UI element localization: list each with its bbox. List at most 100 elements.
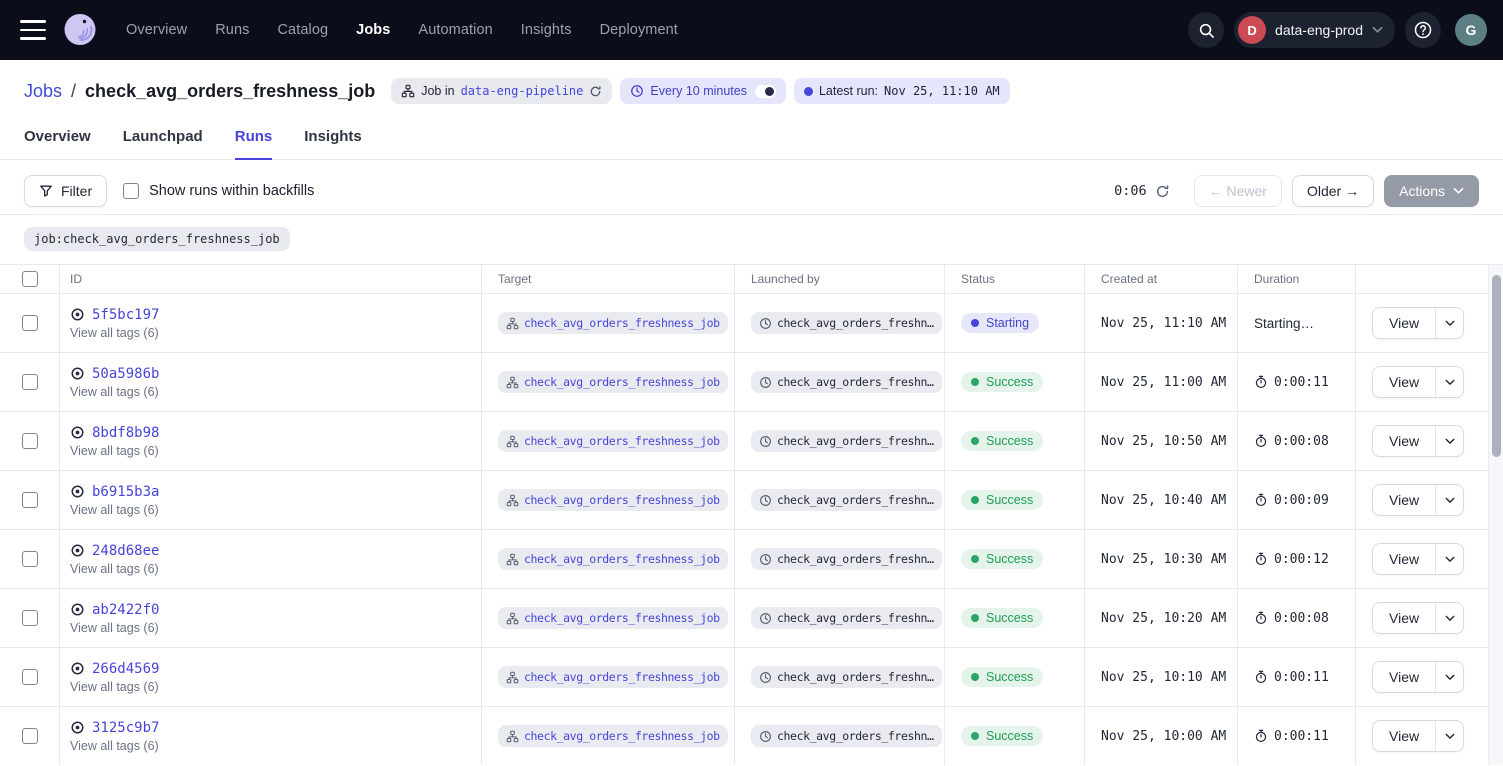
run-id-link[interactable]: 50a5986b [92, 366, 159, 382]
run-id-link[interactable]: b6915b3a [92, 484, 159, 500]
row-checkbox[interactable] [22, 610, 38, 626]
run-id-link[interactable]: 8bdf8b98 [92, 425, 159, 441]
job-filter-tag[interactable]: job:check_avg_orders_freshness_job [24, 227, 290, 251]
col-header-launched-by: Launched by [735, 265, 945, 294]
nav-item-runs[interactable]: Runs [215, 22, 249, 38]
target-pill[interactable]: check_avg_orders_freshness_job [498, 666, 728, 688]
launched-by-pill[interactable]: check_avg_orders_freshn… [751, 725, 942, 747]
refresh-icon[interactable] [1155, 184, 1170, 199]
target-pill[interactable]: check_avg_orders_freshness_job [498, 725, 728, 747]
row-checkbox[interactable] [22, 315, 38, 331]
view-menu-chevron-icon[interactable] [1435, 367, 1463, 397]
search-icon[interactable] [1188, 12, 1224, 48]
view-button[interactable]: View [1373, 426, 1435, 456]
run-target-icon [70, 366, 85, 381]
status-badge: Starting [961, 313, 1039, 333]
run-id-link[interactable]: ab2422f0 [92, 602, 159, 618]
launched-by-pill[interactable]: check_avg_orders_freshn… [751, 666, 942, 688]
launched-by-pill[interactable]: check_avg_orders_freshn… [751, 548, 942, 570]
run-id-link[interactable]: 266d4569 [92, 661, 159, 677]
backfills-checkbox[interactable] [123, 183, 139, 199]
row-checkbox[interactable] [22, 433, 38, 449]
view-button[interactable]: View [1373, 603, 1435, 633]
page-title: check_avg_orders_freshness_job [85, 81, 375, 102]
nav-item-overview[interactable]: Overview [126, 22, 187, 38]
table-header-row: ID Target Launched by Status Created at … [0, 265, 1488, 294]
view-all-tags-link[interactable]: View all tags (6) [70, 503, 159, 517]
view-menu-chevron-icon[interactable] [1435, 485, 1463, 515]
view-all-tags-link[interactable]: View all tags (6) [70, 739, 159, 753]
target-pill[interactable]: check_avg_orders_freshness_job [498, 607, 728, 629]
target-pill[interactable]: check_avg_orders_freshness_job [498, 430, 728, 452]
view-menu-chevron-icon[interactable] [1435, 544, 1463, 574]
schedule-toggle[interactable] [755, 85, 776, 98]
view-button[interactable]: View [1373, 721, 1435, 751]
select-all-checkbox[interactable] [22, 271, 38, 287]
view-button[interactable]: View [1373, 662, 1435, 692]
newer-button[interactable]: ← Newer [1194, 175, 1282, 207]
older-button[interactable]: Older → [1292, 175, 1374, 207]
filter-button[interactable]: Filter [24, 175, 107, 207]
view-button[interactable]: View [1373, 544, 1435, 574]
tab-runs[interactable]: Runs [235, 128, 273, 160]
view-button[interactable]: View [1373, 367, 1435, 397]
stopwatch-icon [1254, 611, 1268, 625]
row-checkbox[interactable] [22, 492, 38, 508]
run-id-link[interactable]: 3125c9b7 [92, 720, 159, 736]
view-menu-chevron-icon[interactable] [1435, 426, 1463, 456]
view-button[interactable]: View [1373, 485, 1435, 515]
view-all-tags-link[interactable]: View all tags (6) [70, 326, 159, 340]
latest-run-badge: Latest run: Nov 25, 11:10 AM [794, 78, 1010, 104]
tab-insights[interactable]: Insights [304, 128, 362, 160]
actions-button[interactable]: Actions [1384, 175, 1479, 207]
col-header-created-at: Created at [1085, 265, 1238, 294]
view-menu-chevron-icon[interactable] [1435, 603, 1463, 633]
view-menu-chevron-icon[interactable] [1435, 308, 1463, 338]
row-checkbox[interactable] [22, 551, 38, 567]
launched-by-pill[interactable]: check_avg_orders_freshn… [751, 607, 942, 629]
view-all-tags-link[interactable]: View all tags (6) [70, 385, 159, 399]
view-all-tags-link[interactable]: View all tags (6) [70, 680, 159, 694]
row-checkbox[interactable] [22, 728, 38, 744]
launched-by-pill[interactable]: check_avg_orders_freshn… [751, 489, 942, 511]
target-pill[interactable]: check_avg_orders_freshness_job [498, 371, 728, 393]
workspace-avatar: D [1238, 16, 1266, 44]
row-checkbox[interactable] [22, 669, 38, 685]
run-target-icon [70, 484, 85, 499]
view-all-tags-link[interactable]: View all tags (6) [70, 621, 159, 635]
nav-item-jobs[interactable]: Jobs [356, 22, 390, 38]
run-id-link[interactable]: 248d68ee [92, 543, 159, 559]
status-badge: Success [961, 608, 1043, 628]
run-id-link[interactable]: 5f5bc197 [92, 307, 159, 323]
nav-item-insights[interactable]: Insights [521, 22, 572, 38]
view-menu-chevron-icon[interactable] [1435, 662, 1463, 692]
target-pill[interactable]: check_avg_orders_freshness_job [498, 312, 728, 334]
breadcrumb-jobs-link[interactable]: Jobs [24, 81, 62, 102]
help-icon[interactable] [1405, 12, 1441, 48]
target-pill[interactable]: check_avg_orders_freshness_job [498, 489, 728, 511]
dagster-logo-icon[interactable] [60, 10, 100, 50]
view-all-tags-link[interactable]: View all tags (6) [70, 562, 159, 576]
nav-item-catalog[interactable]: Catalog [277, 22, 328, 38]
reload-location-icon[interactable] [589, 85, 602, 98]
workspace-switcher[interactable]: D data-eng-prod [1234, 12, 1395, 48]
tab-overview[interactable]: Overview [24, 128, 91, 160]
workspace-name: data-eng-prod [1275, 22, 1363, 38]
launched-by-pill[interactable]: check_avg_orders_freshn… [751, 371, 942, 393]
user-avatar[interactable]: G [1455, 14, 1487, 46]
tab-launchpad[interactable]: Launchpad [123, 128, 203, 160]
run-duration: 0:00:08 [1274, 611, 1329, 626]
launched-by-pill[interactable]: check_avg_orders_freshn… [751, 430, 942, 452]
view-menu-chevron-icon[interactable] [1435, 721, 1463, 751]
nav-item-automation[interactable]: Automation [418, 22, 492, 38]
view-button[interactable]: View [1373, 308, 1435, 338]
pipeline-link[interactable]: data-eng-pipeline [461, 84, 584, 98]
hamburger-menu-icon[interactable] [20, 20, 46, 40]
row-checkbox[interactable] [22, 374, 38, 390]
launched-by-pill[interactable]: check_avg_orders_freshn… [751, 312, 942, 334]
view-all-tags-link[interactable]: View all tags (6) [70, 444, 159, 458]
target-pill[interactable]: check_avg_orders_freshness_job [498, 548, 728, 570]
nav-item-deployment[interactable]: Deployment [600, 22, 678, 38]
scrollbar-thumb[interactable] [1492, 275, 1501, 457]
schedule-label: Every 10 minutes [650, 84, 747, 98]
